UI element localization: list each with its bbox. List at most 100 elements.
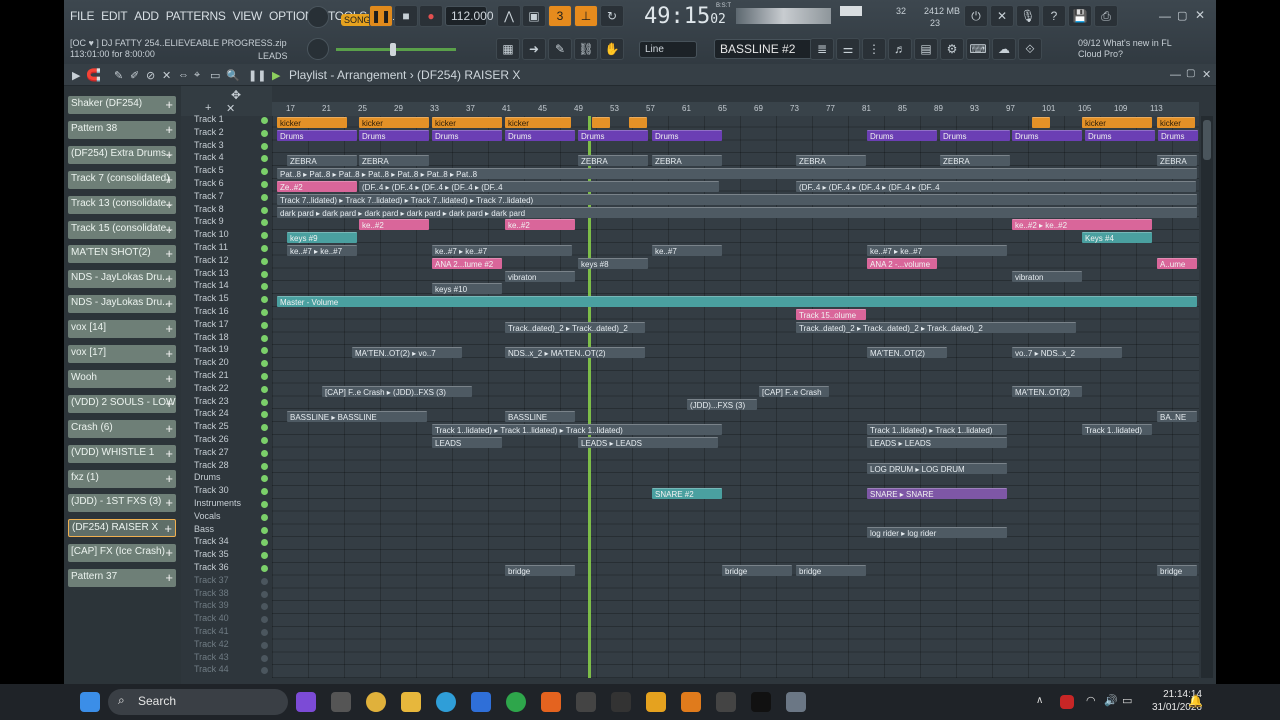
pattern-add-icon[interactable]: + xyxy=(164,521,172,536)
orange-app-icon[interactable] xyxy=(541,692,561,712)
edge-icon[interactable] xyxy=(436,692,456,712)
song-position-display[interactable]: 49:1502 xyxy=(644,4,726,29)
volume-icon[interactable]: 🔊 xyxy=(1104,694,1118,707)
brush-icon[interactable]: ✎ xyxy=(548,38,572,60)
track-header[interactable]: Track 7 xyxy=(191,191,269,204)
track-header[interactable]: Track 1 xyxy=(191,114,269,127)
tray-chevron-icon[interactable]: ∧ xyxy=(1036,695,1043,706)
track-mute-led[interactable] xyxy=(261,117,268,124)
mixer-toggle-icon[interactable]: ✕ xyxy=(990,5,1014,27)
playlist-clip[interactable]: Track 1..lidated) xyxy=(1082,424,1152,436)
track-header[interactable]: Track 35 xyxy=(191,549,269,562)
track-mute-led[interactable] xyxy=(261,449,268,457)
track-mute-led[interactable] xyxy=(261,565,268,572)
playlist-close-icon[interactable]: ✕ xyxy=(1202,68,1211,81)
browser-icon[interactable]: ▤ xyxy=(914,38,938,60)
playlist-clip[interactable]: ke..#7 ▸ ke..#7 xyxy=(432,245,572,256)
track-mute-led[interactable] xyxy=(261,641,268,649)
stop-button[interactable]: ■ xyxy=(394,5,418,27)
playlist-play-icon[interactable]: ▶ xyxy=(272,69,280,82)
pattern-add-icon[interactable]: + xyxy=(165,346,173,361)
pattern-add-icon[interactable]: + xyxy=(165,97,173,112)
scroll-thumb[interactable] xyxy=(1203,120,1211,160)
playlist-clip[interactable]: Drums xyxy=(578,129,648,141)
track-mute-led[interactable] xyxy=(261,296,268,304)
playlist-clip[interactable]: kicker xyxy=(277,117,347,128)
track-mute-led[interactable] xyxy=(261,257,268,265)
minimize-icon[interactable]: — xyxy=(1159,9,1171,23)
tool-delete-icon[interactable]: ⊘ xyxy=(146,69,155,82)
playlist-maximize-icon[interactable]: ▢ xyxy=(1186,68,1195,79)
vlc-icon[interactable] xyxy=(681,692,701,712)
tool-slip-icon[interactable]: ⇔ xyxy=(178,69,189,81)
playlist-clip[interactable]: ANA 2...tume #2 xyxy=(432,257,502,269)
pattern-add-icon[interactable]: + xyxy=(165,396,173,411)
tool-zoom-icon[interactable]: 🔍 xyxy=(226,69,240,82)
snap-arrows-icon[interactable]: ✥ xyxy=(231,88,241,102)
playlist-clip[interactable]: Track..dated)_2 ▸ Track..dated)_2 ▸ Trac… xyxy=(796,321,1076,333)
track-header[interactable]: Track 43 xyxy=(191,652,269,665)
track-mute-led[interactable] xyxy=(261,616,268,624)
cloud-icon[interactable]: ☁ xyxy=(992,38,1016,60)
playlist-clip[interactable]: Drums xyxy=(505,129,575,141)
playlist-clip[interactable]: MA'TEN..OT(2) xyxy=(1012,385,1082,397)
pattern-item[interactable]: Pattern 37 + xyxy=(68,569,176,588)
playlist-clip[interactable]: ke..#7 ▸ ke..#7 xyxy=(287,245,357,256)
wait-input-icon[interactable]: ▣ xyxy=(522,5,546,27)
menu-item-add[interactable]: ADD xyxy=(134,9,159,23)
capcut-icon[interactable] xyxy=(716,692,736,712)
fl-studio-icon[interactable] xyxy=(646,692,666,712)
track-header[interactable]: Track 9 xyxy=(191,216,269,229)
playlist-clip[interactable]: vibraton xyxy=(1012,270,1082,282)
touch-keyboard-icon[interactable]: ⌨ xyxy=(966,38,990,60)
arrow-icon[interactable]: ➜ xyxy=(522,38,546,60)
pattern-add-icon[interactable]: + xyxy=(165,222,173,237)
maximize-icon[interactable]: ▢ xyxy=(1177,9,1187,22)
pattern-selector[interactable]: BASSLINE #2 xyxy=(714,39,816,59)
windows-start-icon[interactable] xyxy=(80,692,100,712)
playlist-clip[interactable]: Master - Volume xyxy=(277,296,1197,308)
playlist-clip[interactable]: NDS..x_2 ▸ MA'TEN..OT(2) xyxy=(505,347,645,359)
playlist-clip[interactable]: Drums xyxy=(432,129,502,141)
pattern-add-icon[interactable]: + xyxy=(165,446,173,461)
tray-app-icon[interactable] xyxy=(1060,695,1074,709)
track-header[interactable]: Track 36 xyxy=(191,562,269,575)
track-mute-led[interactable] xyxy=(261,347,268,355)
magnet-icon[interactable]: 🧲 xyxy=(86,68,101,82)
track-header[interactable]: Track 5 xyxy=(191,165,269,178)
playlist-clip[interactable]: keys #8 xyxy=(578,257,648,269)
playlist-clip[interactable]: Drums xyxy=(867,129,937,141)
track-mute-led[interactable] xyxy=(261,373,268,380)
track-mute-led[interactable] xyxy=(261,539,268,547)
menu-item-patterns[interactable]: PATTERNS xyxy=(166,9,226,23)
pattern-item[interactable]: Wooh + xyxy=(68,369,176,388)
file-explorer-icon[interactable] xyxy=(401,692,421,712)
playlist-clip[interactable]: A..ume xyxy=(1157,257,1197,269)
playlist-clip[interactable]: kicker xyxy=(359,117,429,128)
playlist-clip[interactable]: ZEBRA xyxy=(1157,155,1197,167)
pattern-add-icon[interactable]: + xyxy=(165,271,173,286)
notification-icon[interactable]: 🔔 xyxy=(1188,694,1203,708)
battery-icon[interactable]: ▭ xyxy=(1122,694,1132,707)
playlist-clip[interactable]: kicker xyxy=(1157,117,1195,128)
playlist-clip[interactable]: Drums xyxy=(1158,129,1198,141)
pattern-add-icon[interactable]: + xyxy=(165,495,173,510)
pattern-item[interactable]: (DF254) RAISER X + xyxy=(68,519,176,538)
track-mute-led[interactable] xyxy=(261,155,268,163)
playlist-clip[interactable]: LEADS ▸ LEADS xyxy=(867,437,1007,448)
track-mute-led[interactable] xyxy=(261,488,268,496)
track-header[interactable]: Track 3 xyxy=(191,140,269,153)
playlist-clip[interactable]: keys #10 xyxy=(432,283,502,295)
pattern-item[interactable]: vox [14] + xyxy=(68,320,176,339)
playlist-clip[interactable]: vo..7 ▸ NDS..x_2 xyxy=(1012,347,1122,359)
pattern-item[interactable]: Crash (6) + xyxy=(68,419,176,438)
playlist-clip[interactable]: kicker xyxy=(432,117,502,128)
track-mute-led[interactable] xyxy=(261,475,268,483)
piano-roll-icon[interactable]: ♬ xyxy=(888,38,912,60)
pattern-item[interactable]: Shaker (DF254) + xyxy=(68,96,176,114)
power-icon[interactable]: ⏻ xyxy=(964,5,988,27)
tool-pencil-icon[interactable]: ✎ xyxy=(114,69,123,82)
countdown-icon[interactable]: 3 xyxy=(548,5,572,27)
track-mute-led[interactable] xyxy=(261,193,268,201)
track-header[interactable]: Track 24 xyxy=(191,408,269,421)
